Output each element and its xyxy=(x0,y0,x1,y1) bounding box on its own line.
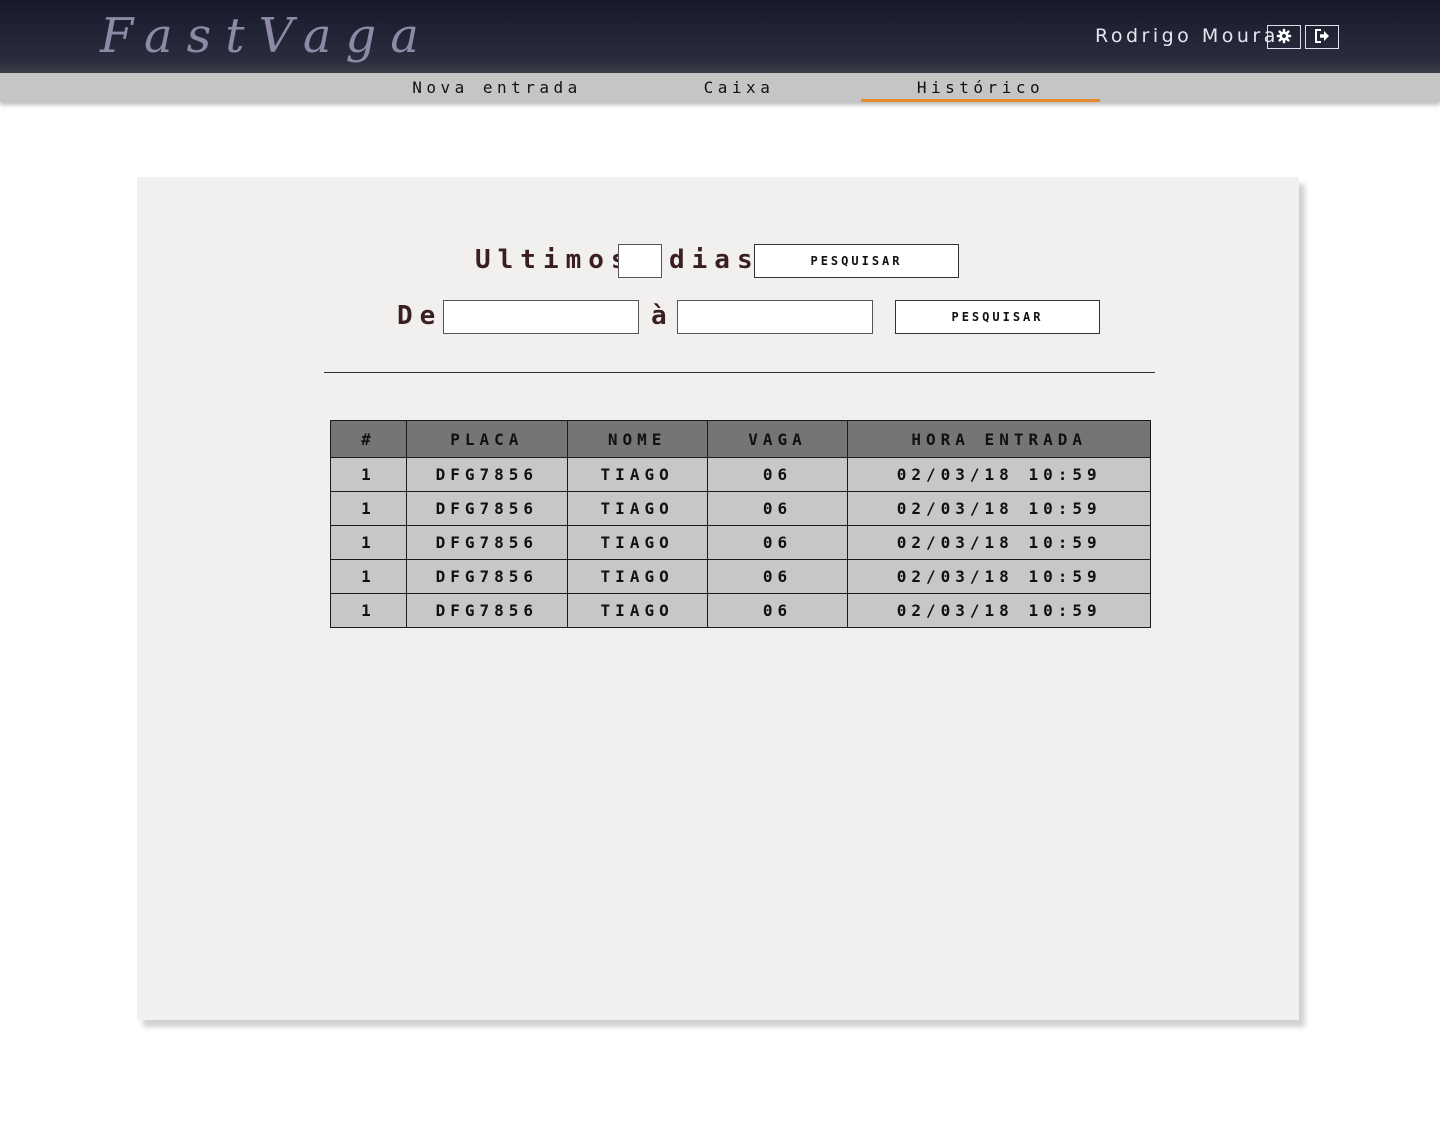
last-days-label: Ultimos xyxy=(475,245,634,275)
divider xyxy=(324,372,1155,373)
cell-placa: DFG7856 xyxy=(405,593,568,628)
cell-vaga: 06 xyxy=(706,457,849,492)
cell-id: 1 xyxy=(330,525,407,560)
cell-placa: DFG7856 xyxy=(405,559,568,594)
gear-icon xyxy=(1276,28,1292,47)
cell-hora-entrada: 02/03/18 10:59 xyxy=(847,457,1151,492)
cell-vaga: 06 xyxy=(706,491,849,526)
tab-nova-entrada[interactable]: Nova entrada xyxy=(377,73,617,102)
table-row: 1 DFG7856 TIAGO 06 02/03/18 10:59 xyxy=(330,491,1151,526)
days-label: dias xyxy=(669,245,760,275)
from-date-input[interactable] xyxy=(443,300,639,334)
cell-vaga: 06 xyxy=(706,559,849,594)
cell-nome: TIAGO xyxy=(566,559,708,594)
cell-hora-entrada: 02/03/18 10:59 xyxy=(847,525,1151,560)
logout-button[interactable] xyxy=(1305,25,1339,49)
from-label: De xyxy=(397,301,443,331)
cell-hora-entrada: 02/03/18 10:59 xyxy=(847,593,1151,628)
search-range-button[interactable]: PESQUISAR xyxy=(895,300,1100,334)
column-header-hora-entrada: HORA ENTRADA xyxy=(847,420,1151,458)
table-row: 1 DFG7856 TIAGO 06 02/03/18 10:59 xyxy=(330,559,1151,594)
cell-vaga: 06 xyxy=(706,525,849,560)
history-panel: Ultimos dias PESQUISAR De à PESQUISAR # … xyxy=(137,177,1299,1020)
column-header-nome: NOME xyxy=(566,420,708,458)
app-logo: FastVaga xyxy=(100,8,433,64)
cell-hora-entrada: 02/03/18 10:59 xyxy=(847,491,1151,526)
column-header-vaga: VAGA xyxy=(706,420,849,458)
search-days-button[interactable]: PESQUISAR xyxy=(754,244,959,278)
tab-caixa[interactable]: Caixa xyxy=(619,73,859,102)
cell-placa: DFG7856 xyxy=(405,491,568,526)
cell-nome: TIAGO xyxy=(566,457,708,492)
logout-icon xyxy=(1314,28,1330,47)
to-date-input[interactable] xyxy=(677,300,873,334)
cell-nome: TIAGO xyxy=(566,491,708,526)
cell-id: 1 xyxy=(330,457,407,492)
cell-vaga: 06 xyxy=(706,593,849,628)
cell-id: 1 xyxy=(330,593,407,628)
user-name: Rodrigo Moura xyxy=(1095,25,1279,47)
cell-placa: DFG7856 xyxy=(405,457,568,492)
table-row: 1 DFG7856 TIAGO 06 02/03/18 10:59 xyxy=(330,525,1151,560)
main-nav: Nova entrada Caixa Histórico xyxy=(0,73,1440,102)
top-header: FastVaga Rodrigo Moura xyxy=(0,0,1440,73)
cell-id: 1 xyxy=(330,559,407,594)
table-row: 1 DFG7856 TIAGO 06 02/03/18 10:59 xyxy=(330,593,1151,628)
table-header-row: # PLACA NOME VAGA HORA ENTRADA xyxy=(330,420,1151,458)
cell-id: 1 xyxy=(330,491,407,526)
cell-nome: TIAGO xyxy=(566,593,708,628)
days-input[interactable] xyxy=(618,244,662,278)
cell-placa: DFG7856 xyxy=(405,525,568,560)
column-header-placa: PLACA xyxy=(405,420,568,458)
cell-hora-entrada: 02/03/18 10:59 xyxy=(847,559,1151,594)
cell-nome: TIAGO xyxy=(566,525,708,560)
column-header-id: # xyxy=(330,420,407,458)
settings-button[interactable] xyxy=(1267,25,1301,49)
to-label: à xyxy=(651,301,674,331)
table-row: 1 DFG7856 TIAGO 06 02/03/18 10:59 xyxy=(330,457,1151,492)
history-table: # PLACA NOME VAGA HORA ENTRADA 1 DFG7856… xyxy=(330,420,1151,628)
tab-historico[interactable]: Histórico xyxy=(861,73,1100,102)
